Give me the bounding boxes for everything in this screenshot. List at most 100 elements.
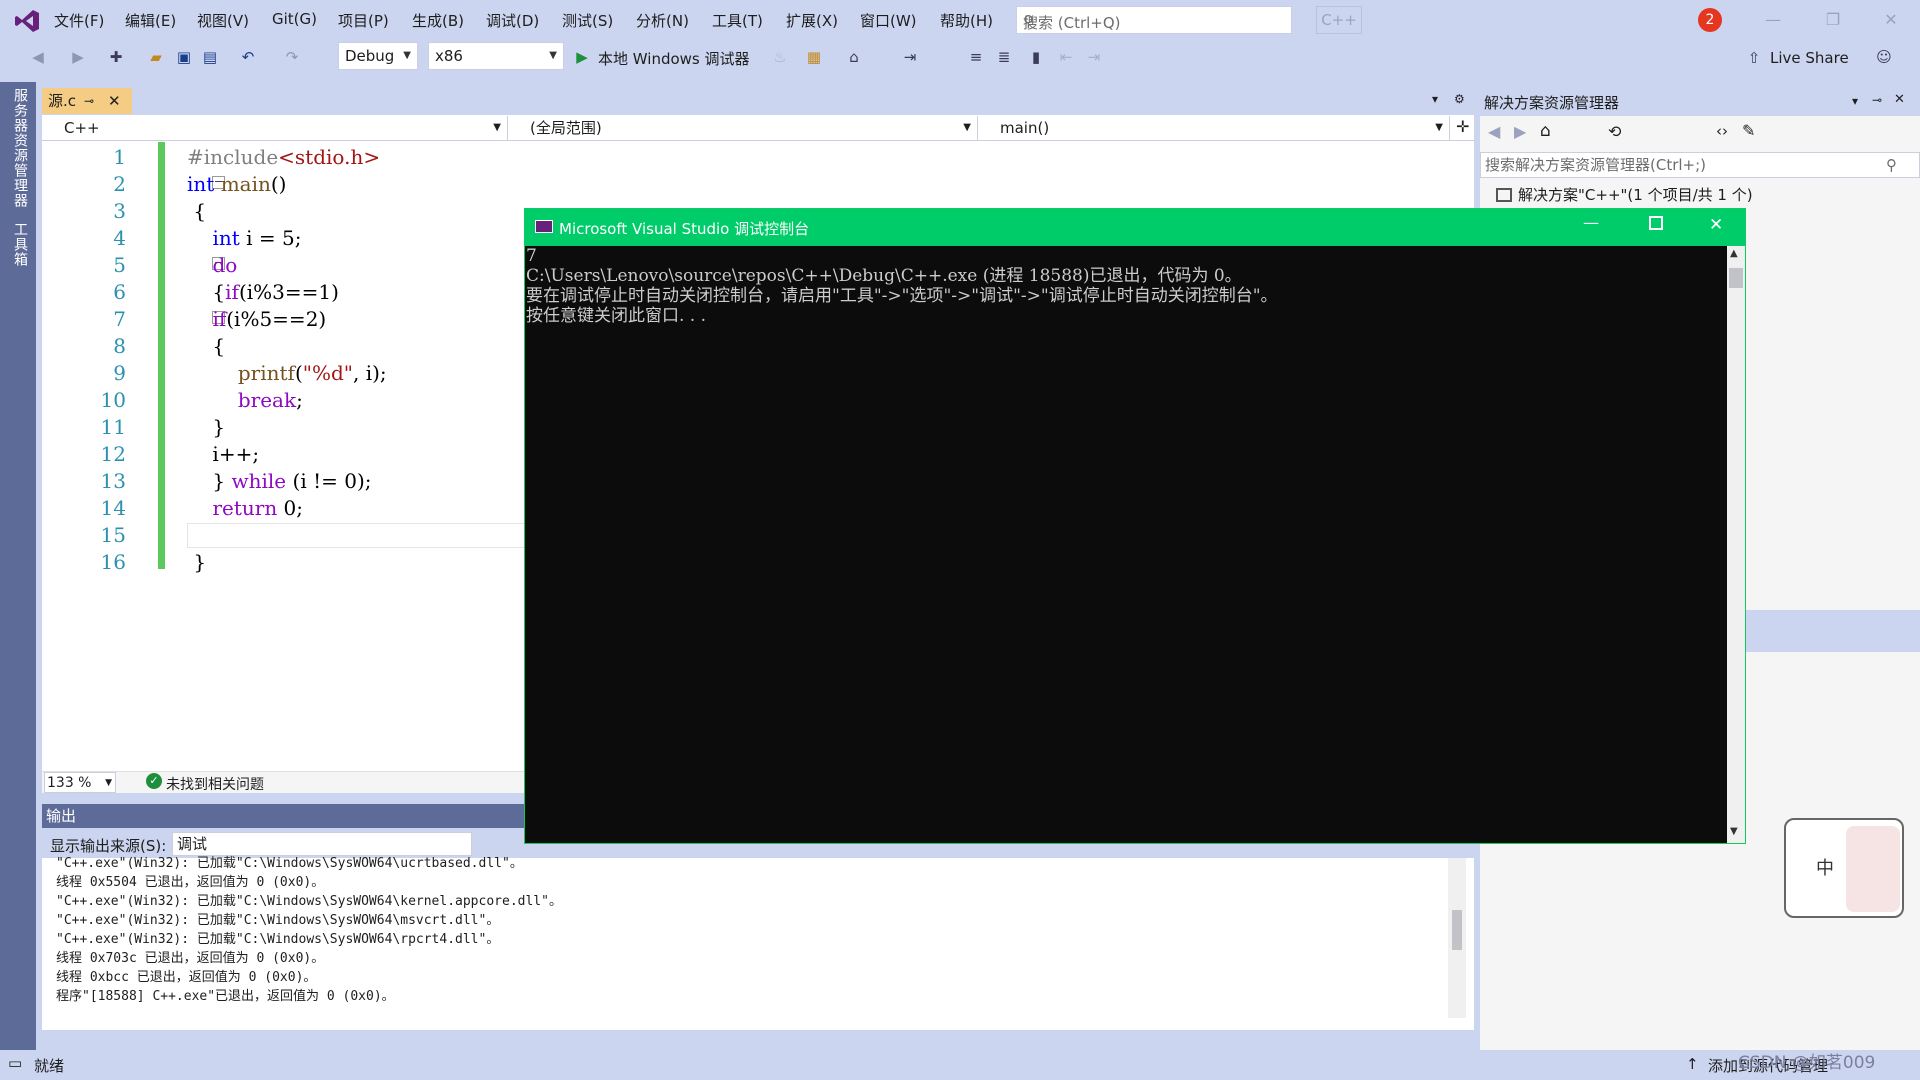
- step-icon[interactable]: ⇥: [900, 47, 920, 67]
- output-line: "C++.exe"(Win32): 已加载"C:\Windows\SysWOW6…: [56, 932, 500, 947]
- menu-extensions[interactable]: 扩展(X): [786, 10, 838, 31]
- line-number: 7: [113, 307, 126, 331]
- console-output[interactable]: 7 C:\Users\Lenovo\source\repos\C++\Debug…: [525, 246, 1727, 843]
- solution-folder-icon[interactable]: ▦: [804, 47, 824, 67]
- project-select[interactable]: C++ ▼: [44, 116, 508, 140]
- bookmark-next-icon[interactable]: ⇥: [1084, 47, 1104, 67]
- feedback-icon[interactable]: ☺: [1874, 47, 1894, 67]
- maximize-icon[interactable]: [1649, 216, 1663, 230]
- console-title-bar[interactable]: Microsoft Visual Studio 调试控制台 — ✕: [525, 209, 1745, 246]
- solution-search-input[interactable]: 搜索解决方案资源管理器(Ctrl+;) ⚲: [1480, 152, 1920, 178]
- home-icon[interactable]: ⌂: [844, 47, 864, 67]
- save-icon[interactable]: ▣: [174, 47, 194, 67]
- server-explorer-tab[interactable]: 服务器资源管理器: [10, 88, 30, 208]
- code-line: } while (i != 0);: [187, 469, 372, 493]
- ime-mode-label[interactable]: 中: [1816, 854, 1834, 880]
- output-text[interactable]: "C++.exe"(Win32): 已加载"C:\Windows\SysWOW6…: [42, 856, 1474, 1030]
- code-line: {: [187, 334, 226, 358]
- bookmark-prev-icon[interactable]: ⇤: [1056, 47, 1076, 67]
- toolbox-tab[interactable]: 工具箱: [10, 222, 30, 267]
- tab-overflow-icon[interactable]: ▾: [1432, 92, 1438, 106]
- menu-file[interactable]: 文件(F): [54, 10, 104, 31]
- document-tab[interactable]: 源.c ⊸ ✕: [42, 88, 132, 114]
- member-select[interactable]: main() ▼: [980, 116, 1450, 140]
- new-project-icon[interactable]: ✚: [106, 47, 126, 67]
- outdent-icon[interactable]: ≣: [994, 47, 1014, 67]
- start-debug-icon[interactable]: ▶: [572, 47, 592, 67]
- live-share-button[interactable]: Live Share: [1770, 49, 1849, 67]
- menu-window[interactable]: 窗口(W): [860, 10, 917, 31]
- debug-console-window[interactable]: Microsoft Visual Studio 调试控制台 — ✕ 7 C:\U…: [524, 208, 1746, 844]
- zoom-select[interactable]: 133 % ▼: [44, 772, 116, 793]
- document-tab-label: 源.c: [48, 92, 77, 110]
- menu-help[interactable]: 帮助(H): [940, 10, 993, 31]
- close-icon[interactable]: ✕: [1709, 215, 1723, 235]
- menu-debug[interactable]: 调试(D): [486, 10, 539, 31]
- chevron-down-icon: ▼: [493, 122, 501, 133]
- back-icon[interactable]: ◀: [1488, 122, 1500, 141]
- close-panel-icon[interactable]: ✕: [1894, 92, 1905, 107]
- bookmark-icon[interactable]: ▮: [1026, 47, 1046, 67]
- line-number: 13: [100, 469, 126, 493]
- issues-status[interactable]: 未找到相关问题: [166, 774, 264, 794]
- console-line: 7: [526, 246, 537, 266]
- restore-icon[interactable]: ❐: [1818, 6, 1848, 34]
- code-line: #include<stdio.h>: [187, 145, 381, 169]
- start-debug-button[interactable]: 本地 Windows 调试器: [598, 48, 750, 69]
- code-line: break;: [237, 388, 303, 412]
- output-scrollbar[interactable]: [1448, 858, 1466, 1018]
- menu-edit[interactable]: 编辑(E): [125, 10, 176, 31]
- menu-project[interactable]: 项目(P): [338, 10, 389, 31]
- code-view-icon[interactable]: ‹›: [1716, 122, 1728, 140]
- split-icon[interactable]: ✛: [1456, 117, 1469, 136]
- menu-git[interactable]: Git(G): [272, 10, 317, 28]
- notification-badge[interactable]: 2: [1698, 8, 1722, 32]
- minimize-icon[interactable]: —: [1758, 6, 1788, 34]
- forward-icon[interactable]: ▶: [1514, 122, 1526, 141]
- search-input[interactable]: 搜索 (Ctrl+Q) ⚲: [1016, 6, 1292, 34]
- platform-select[interactable]: x86 ▼: [428, 42, 564, 70]
- home-icon[interactable]: ⌂: [1540, 121, 1551, 141]
- menu-build[interactable]: 生成(B): [412, 10, 464, 31]
- status-icon: ▭: [8, 1054, 23, 1072]
- console-app-icon: [535, 220, 553, 233]
- indent-icon[interactable]: ≡: [966, 47, 986, 67]
- solution-icon: [1496, 187, 1512, 202]
- close-tab-icon[interactable]: ✕: [108, 88, 121, 114]
- menu-analyze[interactable]: 分析(N): [636, 10, 689, 31]
- code-line: i++;: [187, 442, 260, 466]
- minimize-icon[interactable]: —: [1583, 213, 1599, 232]
- scroll-up-icon[interactable]: ▲: [1730, 248, 1738, 259]
- watermark-text: CSDN @如茗009: [1738, 1053, 1876, 1073]
- pin-icon[interactable]: ⊸: [1872, 93, 1882, 107]
- properties-icon[interactable]: ✎: [1742, 121, 1755, 140]
- pin-icon[interactable]: ⊸: [84, 88, 94, 114]
- back-icon[interactable]: ◀: [28, 47, 48, 67]
- scroll-down-icon[interactable]: ▼: [1730, 826, 1738, 837]
- forward-icon[interactable]: ▶: [68, 47, 88, 67]
- console-scrollbar[interactable]: ▲ ▼: [1727, 246, 1745, 843]
- settings-icon[interactable]: ⚙: [1454, 92, 1465, 106]
- hot-reload-icon[interactable]: ♨: [770, 47, 790, 67]
- solution-root-item[interactable]: 解决方案"C++"(1 个项目/共 1 个): [1496, 184, 1753, 205]
- scope-select[interactable]: (全局范围) ▼: [510, 116, 978, 140]
- visual-studio-logo-icon: [15, 10, 39, 32]
- panel-dropdown-icon[interactable]: ▾: [1852, 94, 1858, 108]
- scrollbar-thumb[interactable]: [1452, 910, 1462, 950]
- close-icon[interactable]: ✕: [1876, 6, 1906, 34]
- ime-toolbar[interactable]: 中: [1784, 818, 1904, 918]
- redo-icon[interactable]: ↷: [282, 47, 302, 67]
- save-all-icon[interactable]: ▤: [200, 47, 220, 67]
- configuration-select[interactable]: Debug ▼: [338, 42, 418, 70]
- chevron-down-icon: ▼: [403, 50, 411, 61]
- sync-icon[interactable]: ⟲: [1608, 122, 1621, 141]
- arrow-up-icon: ↑: [1686, 1055, 1699, 1073]
- menu-test[interactable]: 测试(S): [562, 10, 613, 31]
- configuration-value: Debug: [345, 47, 395, 65]
- menu-view[interactable]: 视图(V): [197, 10, 249, 31]
- open-folder-icon[interactable]: ▰: [146, 47, 166, 67]
- undo-icon[interactable]: ↶: [238, 47, 258, 67]
- scrollbar-thumb[interactable]: [1729, 268, 1743, 288]
- code-line: do: [212, 253, 238, 277]
- menu-tools[interactable]: 工具(T): [712, 10, 763, 31]
